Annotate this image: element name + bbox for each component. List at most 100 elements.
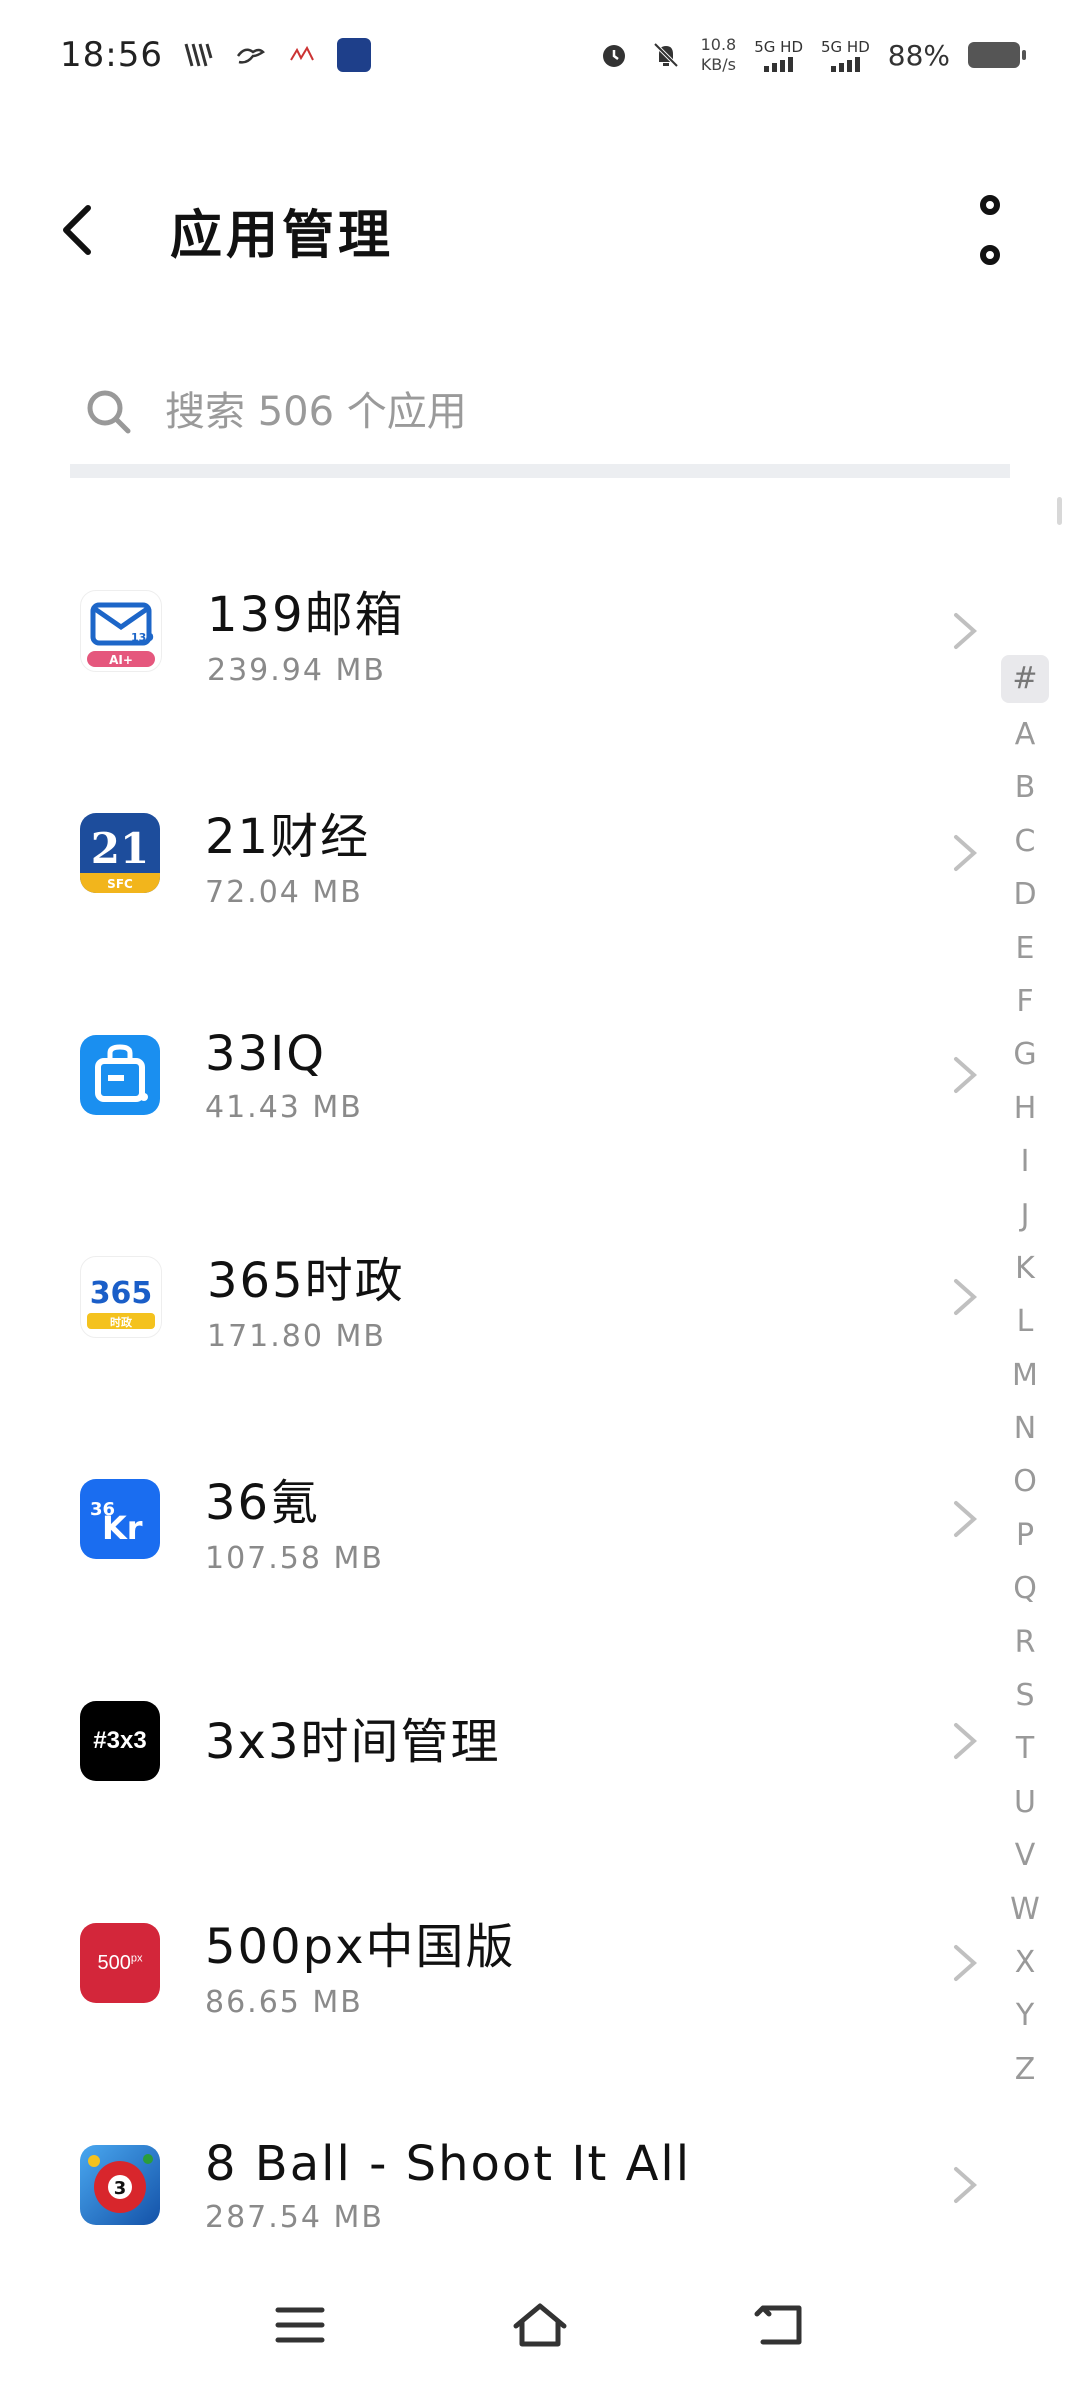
- scrollbar-thumb[interactable]: [1057, 497, 1062, 525]
- network-speed-value: 10.8: [700, 35, 737, 54]
- alphabet-index-letter[interactable]: Z: [1001, 2043, 1049, 2096]
- app-size: 107.58 MB: [205, 1540, 384, 1576]
- alphabet-index-letter[interactable]: R: [1001, 1616, 1049, 1669]
- alphabet-index-letter[interactable]: A: [1001, 708, 1049, 761]
- signal-bars-icon: [830, 56, 860, 72]
- list-item[interactable]: 36 Kr 36氪 107.58 MB: [0, 1408, 1000, 1630]
- 21-icon-sub: SFC: [107, 877, 133, 891]
- back-button[interactable]: [60, 190, 120, 270]
- home-button[interactable]: [505, 2290, 575, 2360]
- app-size: 72.04 MB: [205, 874, 363, 910]
- alphabet-index-letter[interactable]: G: [1001, 1028, 1049, 1081]
- header: 应用管理: [0, 170, 1080, 290]
- alphabet-index-letter[interactable]: B: [1001, 761, 1049, 814]
- search-icon: [87, 390, 131, 434]
- alphabet-index-letter[interactable]: M: [1001, 1349, 1049, 1402]
- alphabet-index-letter[interactable]: V: [1001, 1829, 1049, 1882]
- alphabet-index-letter[interactable]: U: [1001, 1776, 1049, 1829]
- app-size: 86.65 MB: [205, 1984, 363, 2020]
- 3x3-icon-text: #3x3: [93, 1727, 147, 1754]
- alphabet-index-letter[interactable]: N: [1001, 1402, 1049, 1455]
- list-item[interactable]: #3x3 3x3时间管理: [0, 1630, 1000, 1852]
- status-time: 18:56: [60, 35, 163, 75]
- app-name: 8 Ball - Shoot It All: [205, 2135, 692, 2192]
- alphabet-index-letter[interactable]: E: [1001, 922, 1049, 975]
- alphabet-index-letter[interactable]: S: [1001, 1669, 1049, 1722]
- alphabet-index-letter[interactable]: O: [1001, 1455, 1049, 1508]
- back-arrow-icon: [754, 2305, 802, 2345]
- signal-indicator-1: 5G HD: [754, 38, 803, 72]
- mute-bell-icon: [649, 38, 683, 72]
- app-size: 239.94 MB: [207, 652, 386, 688]
- 21-icon: 21 SFC: [80, 813, 160, 893]
- app-text: 500px中国版 86.65 MB: [205, 1907, 516, 2020]
- battery-icon: [968, 42, 1026, 68]
- app-list: 139 AI+ 139邮箱 239.94 MB 21 SFC 21财经 72.0…: [0, 520, 1000, 2296]
- alphabet-index-letter[interactable]: J: [1001, 1189, 1049, 1242]
- chevron-right-icon: [954, 835, 978, 871]
- mail-icon-tag: 139: [131, 631, 154, 644]
- alphabet-index-letter[interactable]: Y: [1001, 1989, 1049, 2042]
- alphabet-index[interactable]: # A B C D E F G H I J K L M N O P Q R S T U V W X Y Z: [1000, 655, 1050, 2096]
- 365-icon: 365 时政: [80, 1256, 162, 1338]
- 500px-icon-text: 500px: [98, 1952, 143, 1975]
- list-item[interactable]: 33IQ 41.43 MB: [0, 964, 1000, 1186]
- chevron-left-icon: [63, 205, 91, 255]
- chevron-right-icon: [954, 2167, 978, 2203]
- chevron-right-icon: [954, 613, 978, 649]
- alphabet-index-letter[interactable]: X: [1001, 1936, 1049, 1989]
- status-left: 18:56: [60, 35, 371, 75]
- menu-icon: [275, 2307, 325, 2343]
- alphabet-index-letter[interactable]: P: [1001, 1509, 1049, 1562]
- status-right: 10.8 KB/s 5G HD 5G HD 88%: [597, 35, 1026, 75]
- search-input[interactable]: [163, 388, 947, 436]
- app-size: 287.54 MB: [205, 2199, 384, 2235]
- mail-icon: 139 AI+: [80, 590, 162, 672]
- app-text: 139邮箱 239.94 MB: [207, 575, 405, 688]
- more-dot-icon: [980, 245, 1000, 265]
- alphabet-index-letter[interactable]: #: [1001, 655, 1049, 703]
- alphabet-index-letter[interactable]: I: [1001, 1135, 1049, 1188]
- more-dot-icon: [980, 195, 1000, 215]
- 500px-icon-sup: px: [130, 1951, 143, 1964]
- alphabet-index-letter[interactable]: T: [1001, 1722, 1049, 1775]
- more-options-button[interactable]: [970, 195, 1010, 265]
- chevron-right-icon: [954, 1279, 978, 1315]
- alphabet-index-letter[interactable]: W: [1001, 1883, 1049, 1936]
- signal-indicator-2: 5G HD: [821, 38, 870, 72]
- app-text: 365时政 171.80 MB: [207, 1241, 405, 1354]
- list-item[interactable]: 139 AI+ 139邮箱 239.94 MB: [0, 520, 1000, 742]
- list-item[interactable]: 365 时政 365时政 171.80 MB: [0, 1186, 1000, 1408]
- alphabet-index-letter[interactable]: L: [1001, 1295, 1049, 1348]
- search-bar[interactable]: [70, 360, 1010, 478]
- chevron-right-icon: [954, 1057, 978, 1093]
- status-bar: 18:56 10.8 KB/s 5G HD 5G HD 88%: [0, 0, 1080, 110]
- alphabet-index-letter[interactable]: H: [1001, 1082, 1049, 1135]
- back-nav-button[interactable]: [745, 2290, 815, 2360]
- app-size: 171.80 MB: [207, 1318, 386, 1354]
- app-management-screen: 18:56 10.8 KB/s 5G HD 5G HD 88% 应用管理 搜索 …: [0, 0, 1080, 2400]
- bird-notification-icon: [233, 38, 267, 72]
- list-item[interactable]: 21 SFC 21财经 72.04 MB: [0, 742, 1000, 964]
- app-text: 21财经 72.04 MB: [205, 797, 370, 910]
- bag-icon: [80, 1035, 160, 1115]
- list-item[interactable]: 500px 500px中国版 86.65 MB: [0, 1852, 1000, 2074]
- app-notification-icon: [181, 38, 215, 72]
- alarm-icon: [597, 38, 631, 72]
- alphabet-index-letter[interactable]: F: [1001, 975, 1049, 1028]
- alphabet-index-letter[interactable]: C: [1001, 815, 1049, 868]
- menu-button[interactable]: [265, 2290, 335, 2360]
- 365-icon-sub: 时政: [110, 1315, 133, 1329]
- alphabet-index-letter[interactable]: D: [1001, 868, 1049, 921]
- app-name: 33IQ: [205, 1025, 327, 1082]
- app-text: 36氪 107.58 MB: [205, 1463, 384, 1576]
- blue-app-notification-icon: [336, 38, 371, 72]
- page-title: 应用管理: [170, 205, 395, 266]
- 21-icon-text: 21: [91, 824, 149, 873]
- app-name: 3x3时间管理: [205, 1714, 501, 1770]
- signal-bars-icon: [764, 56, 794, 72]
- 500px-icon: 500px: [80, 1923, 160, 2003]
- alphabet-index-letter[interactable]: K: [1001, 1242, 1049, 1295]
- alphabet-index-letter[interactable]: Q: [1001, 1562, 1049, 1615]
- app-name: 21财经: [205, 808, 371, 865]
